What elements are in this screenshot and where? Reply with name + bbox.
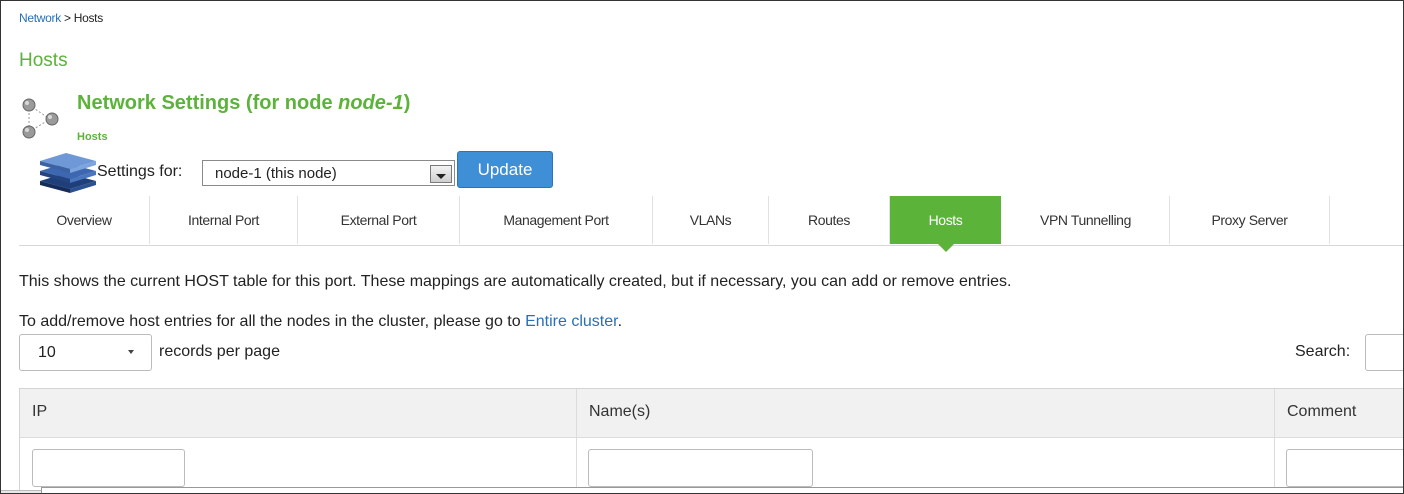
- breadcrumb: Network > Hosts: [19, 11, 103, 25]
- page-title: Hosts: [19, 50, 68, 71]
- caret-down-icon: [128, 350, 134, 354]
- records-per-page-label: records per page: [159, 343, 280, 360]
- ip-filter-input[interactable]: [32, 449, 185, 487]
- node-name: node-1: [338, 92, 404, 114]
- records-per-page-select[interactable]: 10: [19, 334, 152, 371]
- breadcrumb-network-link[interactable]: Network: [19, 11, 61, 25]
- tab-bar: Overview Internal Port External Port Man…: [19, 196, 1403, 252]
- tab-routes[interactable]: Routes: [769, 196, 890, 244]
- tab-hosts-label: Hosts: [928, 212, 963, 228]
- network-settings-subtitle: Hosts: [77, 131, 108, 143]
- update-button[interactable]: Update: [457, 151, 553, 188]
- active-tab-notch: [937, 244, 954, 252]
- column-header-comment[interactable]: Comment: [1275, 389, 1403, 437]
- page-frame: Network > Hosts Hosts Network Settings (…: [0, 0, 1404, 494]
- description-line-1: This shows the current HOST table for th…: [19, 273, 1012, 290]
- description-line-2: To add/remove host entries for all the n…: [19, 313, 622, 331]
- tab-proxy-server[interactable]: Proxy Server: [1170, 196, 1330, 244]
- column-header-names[interactable]: Name(s): [577, 389, 1275, 437]
- breadcrumb-current: Hosts: [73, 11, 103, 25]
- tab-overview[interactable]: Overview: [19, 196, 150, 244]
- column-header-ip[interactable]: IP: [20, 389, 577, 437]
- tab-hosts[interactable]: Hosts: [890, 196, 1001, 252]
- network-settings-title-prefix: Network Settings (for node: [77, 92, 339, 114]
- names-filter-input[interactable]: [588, 449, 813, 487]
- entire-cluster-link[interactable]: Entire cluster: [525, 313, 617, 330]
- tab-external-port[interactable]: External Port: [298, 196, 460, 244]
- search-label: Search:: [1295, 343, 1351, 360]
- horizontal-scrollbar-thumb[interactable]: [41, 487, 1403, 493]
- network-nodes-icon: [22, 98, 59, 139]
- tab-vpn-tunnelling[interactable]: VPN Tunnelling: [1002, 196, 1170, 244]
- hosts-table: IP Name(s) Comment: [19, 388, 1403, 493]
- tab-management-port[interactable]: Management Port: [460, 196, 653, 244]
- description-line-2-prefix: To add/remove host entries for all the n…: [19, 313, 526, 330]
- network-settings-title-suffix: ): [403, 92, 411, 114]
- records-per-page-value: 10: [38, 344, 56, 361]
- comment-filter-input[interactable]: [1286, 449, 1403, 487]
- table-header: IP Name(s) Comment: [20, 389, 1403, 438]
- stacked-servers-icon: [40, 153, 96, 193]
- column-divider: [1274, 437, 1275, 493]
- tab-internal-port[interactable]: Internal Port: [150, 196, 298, 244]
- tab-vlans[interactable]: VLANs: [653, 196, 769, 244]
- settings-for-label: Settings for:: [97, 163, 183, 180]
- dropdown-arrow-icon[interactable]: [430, 165, 452, 183]
- column-divider: [576, 437, 577, 493]
- breadcrumb-separator: >: [63, 11, 71, 25]
- search-input[interactable]: [1365, 334, 1403, 371]
- node-select-value: node-1 (this node): [215, 165, 337, 182]
- network-settings-title: Network Settings (for node node-1): [77, 92, 410, 115]
- node-select[interactable]: node-1 (this node): [202, 160, 455, 186]
- description-line-2-suffix: .: [617, 313, 623, 330]
